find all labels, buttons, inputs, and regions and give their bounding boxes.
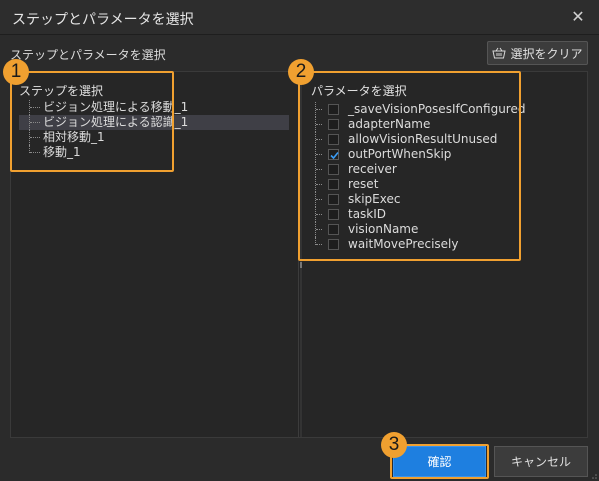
parameter-checkbox[interactable] xyxy=(328,149,339,160)
tree-connector xyxy=(315,162,323,177)
tree-connector xyxy=(315,237,323,245)
parameter-pane-header: パラメータを選択 xyxy=(311,84,407,98)
parameter-item: receiver xyxy=(311,162,571,177)
selection-panel: ステップを選択 ビジョン処理による移動_1 ビジョン処理による認識_1 相対移動_1… xyxy=(10,71,588,438)
parameter-label[interactable]: outPortWhenSkip xyxy=(348,147,451,162)
parameter-checkbox[interactable] xyxy=(328,239,339,250)
parameter-label[interactable]: waitMovePrecisely xyxy=(348,237,458,252)
basket-icon xyxy=(492,47,507,59)
parameter-label[interactable]: reset xyxy=(348,177,378,192)
confirm-button[interactable]: 確認 xyxy=(393,446,486,477)
parameter-checkbox[interactable] xyxy=(328,194,339,205)
pane-splitter[interactable] xyxy=(300,72,302,437)
clear-selection-label: 選択をクリア xyxy=(510,46,583,61)
step-item-label: 移動_1 xyxy=(43,145,81,159)
parameter-checkbox[interactable] xyxy=(328,209,339,220)
cancel-button[interactable]: キャンセル xyxy=(494,446,588,477)
tree-connector xyxy=(315,207,323,222)
parameter-item: outPortWhenSkip xyxy=(311,147,571,162)
parameter-pane: パラメータを選択 _saveVisionPosesIfConfigured ada… xyxy=(303,72,587,437)
splitter-grip xyxy=(300,262,302,268)
parameter-item: visionName xyxy=(311,222,571,237)
dialog-subtitle: ステップとパラメータを選択 xyxy=(10,48,166,62)
parameter-item: allowVisionResultUnused xyxy=(311,132,571,147)
parameter-item: adapterName xyxy=(311,117,571,132)
tree-connector xyxy=(315,132,323,147)
parameter-item: _saveVisionPosesIfConfigured xyxy=(311,102,571,117)
parameter-label[interactable]: allowVisionResultUnused xyxy=(348,132,497,147)
parameter-item: waitMovePrecisely xyxy=(311,237,571,252)
checkmark-icon xyxy=(330,151,339,160)
resize-grip-icon[interactable] xyxy=(589,471,597,479)
parameter-list: _saveVisionPosesIfConfigured adapterName a… xyxy=(311,102,571,252)
tree-connector xyxy=(315,147,323,162)
step-item[interactable]: 移動_1 xyxy=(19,145,289,160)
tree-connector xyxy=(29,130,41,145)
parameter-item: taskID xyxy=(311,207,571,222)
parameter-checkbox[interactable] xyxy=(328,179,339,190)
title-bar: ステップとパラメータを選択 ✕ xyxy=(0,0,599,35)
window-title: ステップとパラメータを選択 xyxy=(12,12,194,28)
parameter-label[interactable]: visionName xyxy=(348,222,418,237)
step-pane: ステップを選択 ビジョン処理による移動_1 ビジョン処理による認識_1 相対移動_1… xyxy=(11,72,299,437)
parameter-checkbox[interactable] xyxy=(328,134,339,145)
parameter-label[interactable]: skipExec xyxy=(348,192,400,207)
step-tree: ビジョン処理による移動_1 ビジョン処理による認識_1 相対移動_1 移動_1 xyxy=(19,100,289,160)
parameter-item: reset xyxy=(311,177,571,192)
close-icon[interactable]: ✕ xyxy=(567,6,589,28)
parameter-item: skipExec xyxy=(311,192,571,207)
parameter-label[interactable]: _saveVisionPosesIfConfigured xyxy=(348,102,525,117)
step-item[interactable]: 相対移動_1 xyxy=(19,130,289,145)
parameter-label[interactable]: receiver xyxy=(348,162,397,177)
parameter-label[interactable]: adapterName xyxy=(348,117,430,132)
tree-connector xyxy=(315,192,323,207)
step-item-label: 相対移動_1 xyxy=(43,130,105,144)
step-item[interactable]: ビジョン処理による移動_1 xyxy=(19,100,289,115)
tree-connector xyxy=(29,100,41,115)
parameter-label[interactable]: taskID xyxy=(348,207,386,222)
step-item-label: ビジョン処理による認識_1 xyxy=(43,115,189,129)
tree-connector xyxy=(315,102,323,117)
tree-connector xyxy=(315,222,323,237)
tree-connector xyxy=(29,115,41,130)
tree-connector xyxy=(315,177,323,192)
parameter-checkbox[interactable] xyxy=(328,164,339,175)
parameter-checkbox[interactable] xyxy=(328,119,339,130)
parameter-checkbox[interactable] xyxy=(328,104,339,115)
step-item[interactable]: ビジョン処理による認識_1 xyxy=(19,115,289,130)
tree-connector xyxy=(29,145,41,153)
step-item-label: ビジョン処理による移動_1 xyxy=(43,100,189,114)
tree-connector xyxy=(315,117,323,132)
parameter-checkbox[interactable] xyxy=(328,224,339,235)
clear-selection-button[interactable]: 選択をクリア xyxy=(487,41,588,65)
step-pane-header: ステップを選択 xyxy=(19,84,104,98)
